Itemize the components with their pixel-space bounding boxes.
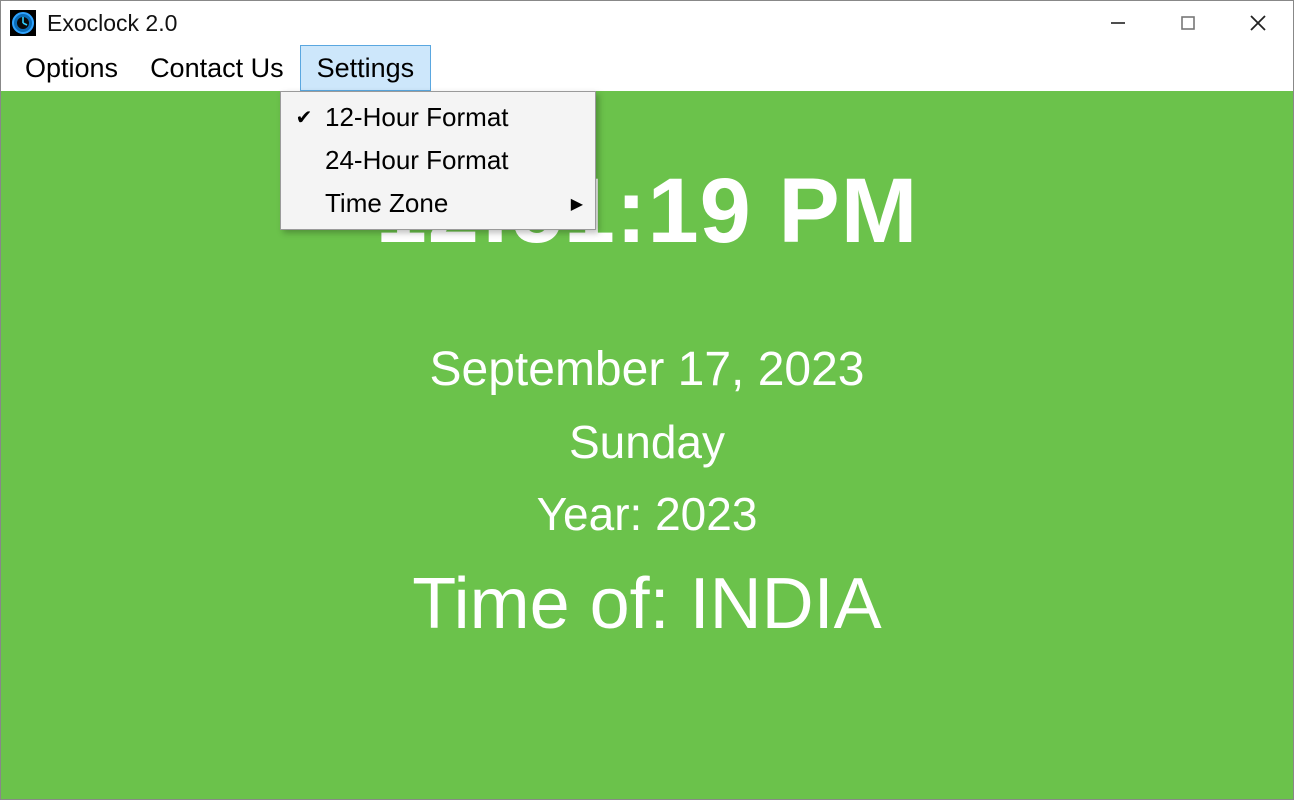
maximize-button[interactable]: [1153, 1, 1223, 45]
date-line: September 17, 2023: [430, 342, 865, 397]
day-line: Sunday: [569, 415, 725, 469]
app-window: Exoclock 2.0 Options Contact Us Settings…: [0, 0, 1294, 800]
minimize-button[interactable]: [1083, 1, 1153, 45]
dropdown-item-label: Time Zone: [325, 188, 561, 219]
app-title: Exoclock 2.0: [47, 10, 1083, 37]
menu-settings[interactable]: Settings: [300, 45, 432, 91]
check-icon: ✔: [283, 105, 325, 130]
submenu-arrow-icon: ▶: [561, 194, 583, 214]
dropdown-item-24-hour-format[interactable]: 24-Hour Format: [283, 139, 593, 182]
close-button[interactable]: [1223, 1, 1293, 45]
dropdown-item-time-zone[interactable]: Time Zone ▶: [283, 182, 593, 225]
dropdown-item-12-hour-format[interactable]: ✔ 12-Hour Format: [283, 96, 593, 139]
settings-dropdown: ✔ 12-Hour Format 24-Hour Format Time Zon…: [280, 91, 596, 230]
titlebar: Exoclock 2.0: [1, 1, 1293, 45]
window-controls: [1083, 1, 1293, 45]
year-line: Year: 2023: [537, 487, 758, 541]
menu-contact-us[interactable]: Contact Us: [134, 45, 300, 91]
dropdown-item-label: 12-Hour Format: [325, 102, 561, 133]
dropdown-item-label: 24-Hour Format: [325, 145, 561, 176]
menubar: Options Contact Us Settings: [1, 45, 1293, 91]
menu-options[interactable]: Options: [9, 45, 134, 91]
timezone-line: Time of: INDIA: [412, 563, 881, 645]
app-icon: [9, 9, 37, 37]
content-area: 12:51:19 PM September 17, 2023 Sunday Ye…: [1, 91, 1293, 799]
